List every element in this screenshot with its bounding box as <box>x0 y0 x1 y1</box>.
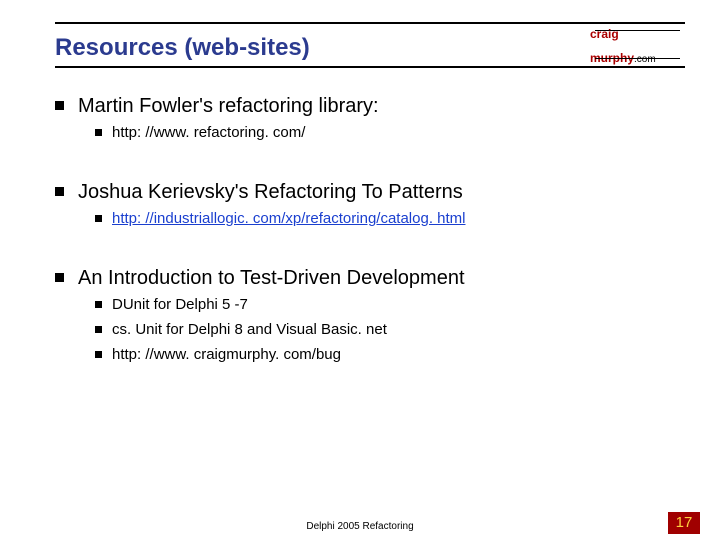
page-number: 17 <box>668 512 700 534</box>
slide-title: Resources (web-sites) <box>55 34 310 62</box>
bullet-square-icon <box>55 101 64 110</box>
header-rule-bottom <box>55 66 685 68</box>
bullet-square-icon <box>95 215 102 222</box>
list-item: An Introduction to Test-Driven Developme… <box>55 267 685 290</box>
hyperlink[interactable]: http: //industriallogic. com/xp/refactor… <box>112 210 466 227</box>
bullet-square-icon <box>55 187 64 196</box>
slide-footer: Delphi 2005 Refactoring <box>0 521 720 532</box>
footer-text: Delphi 2005 Refactoring <box>0 521 720 532</box>
list-item-label: cs. Unit for Delphi 8 and Visual Basic. … <box>112 321 387 338</box>
list-item-label: http: //www. refactoring. com/ <box>112 124 305 141</box>
header-rule-top <box>55 22 685 24</box>
list-item-label: http: //www. craigmurphy. com/bug <box>112 346 341 363</box>
bullet-square-icon <box>95 301 102 308</box>
list-item: http: //industriallogic. com/xp/refactor… <box>95 210 685 227</box>
logo-rule-bottom <box>595 58 680 59</box>
bullet-square-icon <box>95 351 102 358</box>
list-item: DUnit for Delphi 5 -7 <box>95 296 685 313</box>
list-item-label: An Introduction to Test-Driven Developme… <box>78 267 465 290</box>
list-item: Joshua Kerievsky's Refactoring To Patter… <box>55 181 685 204</box>
bullet-square-icon <box>95 129 102 136</box>
list-item: http: //www. craigmurphy. com/bug <box>95 346 685 363</box>
list-item: cs. Unit for Delphi 8 and Visual Basic. … <box>95 321 685 338</box>
list-item: Martin Fowler's refactoring library: <box>55 95 685 118</box>
list-item: http: //www. refactoring. com/ <box>95 124 685 141</box>
bullet-square-icon <box>55 273 64 282</box>
list-item-label: Martin Fowler's refactoring library: <box>78 95 379 118</box>
list-item-label: DUnit for Delphi 5 -7 <box>112 296 248 313</box>
list-item-label: Joshua Kerievsky's Refactoring To Patter… <box>78 181 463 204</box>
slide-content: Martin Fowler's refactoring library: htt… <box>55 95 685 369</box>
bullet-square-icon <box>95 326 102 333</box>
